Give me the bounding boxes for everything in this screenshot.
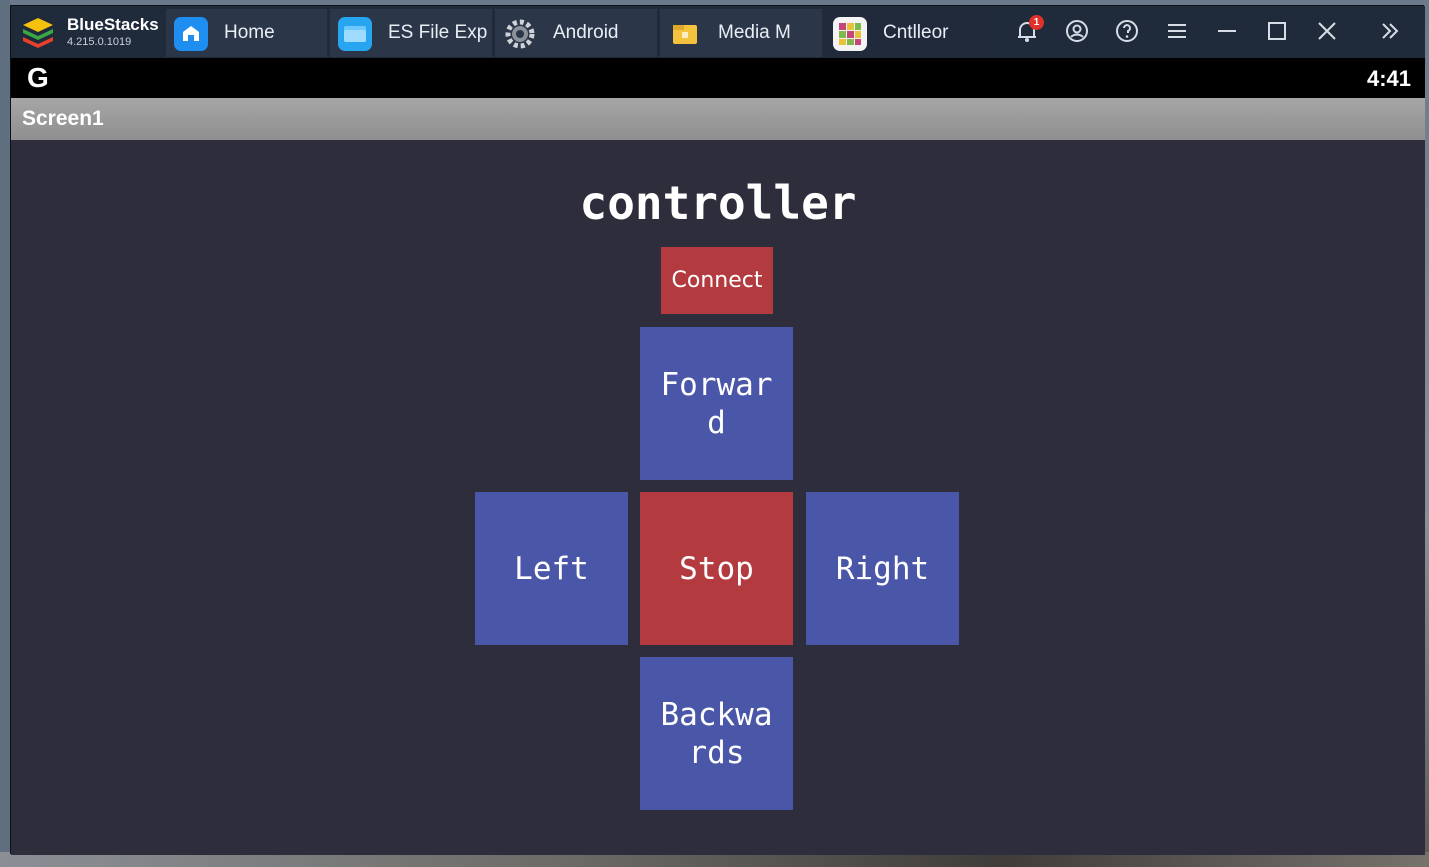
tab-cntlleor[interactable]: Cntlleor	[825, 9, 987, 57]
expand-sidebar-icon[interactable]	[1377, 18, 1403, 44]
stop-button[interactable]: Stop	[640, 492, 793, 645]
tab-label: Android	[553, 22, 619, 43]
menu-icon[interactable]	[1164, 18, 1190, 44]
notification-badge: 1	[1029, 15, 1044, 30]
backwards-button[interactable]: Backwa rds	[640, 657, 793, 810]
brand-name: BlueStacks	[67, 15, 159, 34]
app-title-bar: Screen1	[11, 98, 1425, 140]
minimize-icon[interactable]	[1214, 18, 1240, 44]
android-status-bar: G 4:41	[11, 58, 1425, 98]
desktop-background-edge	[0, 0, 10, 867]
folder-app-icon	[338, 17, 372, 51]
media-manager-icon	[668, 17, 702, 51]
tab-home[interactable]: Home	[166, 9, 327, 57]
right-button[interactable]: Right	[806, 492, 959, 645]
brand-version: 4.215.0.1019	[67, 36, 132, 48]
home-icon	[174, 17, 208, 51]
left-button[interactable]: Left	[475, 492, 628, 645]
app-icon	[833, 17, 867, 51]
controller-title: controller	[579, 176, 857, 230]
bluestacks-window: BlueStacks 4.215.0.1019 Home ES File Exp…	[10, 5, 1425, 855]
tab-media-manager[interactable]: Media M	[660, 9, 822, 57]
close-icon[interactable]	[1314, 18, 1340, 44]
help-icon[interactable]	[1114, 18, 1140, 44]
maximize-icon[interactable]	[1264, 18, 1290, 44]
controller-screen: controller Connect Forwar d Left Stop Ri…	[11, 140, 1425, 855]
status-clock: 4:41	[1366, 66, 1411, 91]
bluestacks-brand: BlueStacks 4.215.0.1019	[17, 12, 167, 52]
notifications-bell-icon[interactable]: 1	[1014, 15, 1044, 44]
tab-label: ES File Expl	[388, 22, 488, 43]
bluestacks-logo-icon	[23, 18, 53, 48]
google-g-icon: G	[27, 62, 49, 93]
forward-button[interactable]: Forwar d	[640, 327, 793, 480]
account-icon[interactable]	[1064, 18, 1090, 44]
connect-button[interactable]: Connect	[661, 247, 773, 314]
tab-es-file-explorer[interactable]: ES File Expl	[330, 9, 492, 57]
forward-label: Forwar d	[660, 366, 773, 441]
title-bar: BlueStacks 4.215.0.1019 Home ES File Exp…	[11, 6, 1425, 58]
screen-title: Screen1	[22, 107, 104, 130]
backwards-label: Backwa rds	[660, 696, 773, 771]
tab-android-settings[interactable]: Android	[495, 9, 657, 57]
gear-icon	[503, 17, 537, 51]
tab-label: Home	[224, 22, 275, 43]
tab-label: Cntlleor	[883, 22, 949, 43]
tab-label: Media M	[718, 22, 791, 43]
